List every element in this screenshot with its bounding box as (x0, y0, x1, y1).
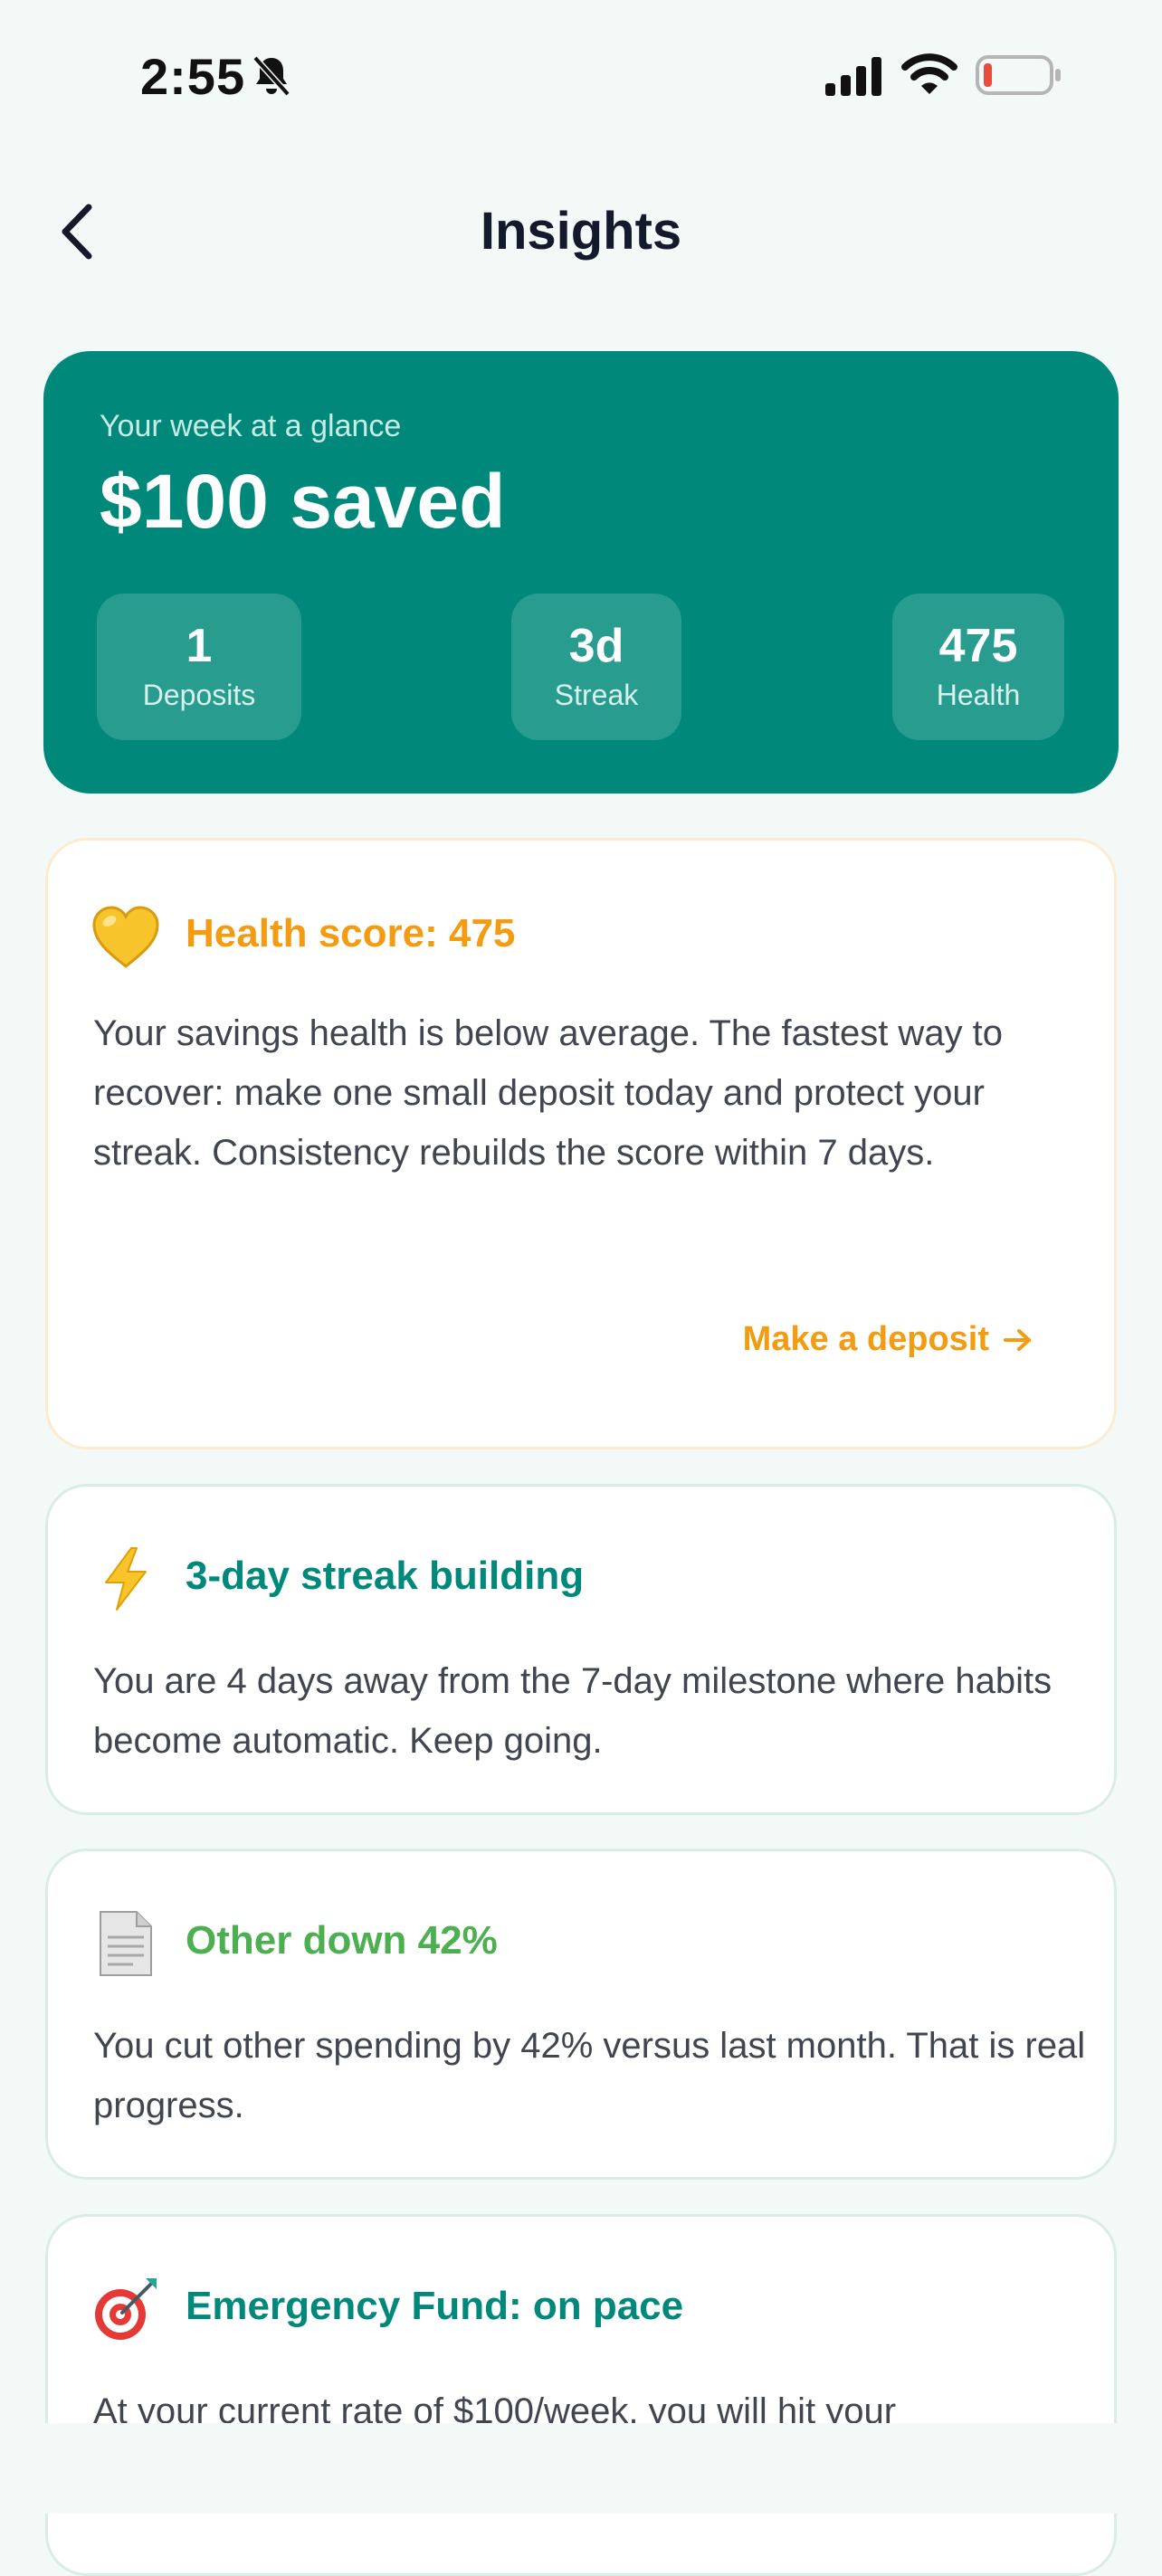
insight-card-goal: Emergency Fund: on pace At your current … (45, 2214, 1117, 2576)
lightning-icon (90, 1543, 162, 1615)
summary-subtitle: Your week at a glance (100, 409, 402, 443)
make-deposit-link[interactable]: Make a deposit (743, 1320, 1034, 1359)
insight-card-spending: Other down 42% You cut other spending by… (45, 1849, 1117, 2180)
stat-deposits: 1 Deposits (97, 594, 301, 740)
arrow-right-icon (1004, 1328, 1031, 1351)
card-title: Other down 42% (186, 1918, 498, 1963)
summary-total: $100 saved (100, 459, 506, 544)
bottom-safe-area (0, 2423, 1162, 2514)
insight-card-streak: 3-day streak building You are 4 days awa… (45, 1484, 1117, 1815)
stat-value: 1 (186, 620, 213, 672)
stat-label: Deposits (142, 679, 256, 711)
document-icon (90, 1907, 162, 1980)
battery-low-icon (976, 55, 1061, 95)
insight-card-health: Health score: 475 Your savings health is… (45, 838, 1117, 1450)
card-body: You are 4 days away from the 7-day miles… (93, 1661, 1052, 1761)
card-title: 3-day streak building (186, 1554, 585, 1598)
cellular-signal-icon (825, 57, 881, 96)
stat-health: 475 Health (892, 594, 1064, 740)
bell-muted-icon (252, 55, 290, 97)
action-label: Make a deposit (742, 1320, 989, 1358)
stat-streak: 3d Streak (511, 594, 681, 740)
stat-label: Streak (554, 679, 639, 711)
target-icon (90, 2273, 162, 2345)
page-title: Insights (480, 202, 682, 261)
stat-label: Health (936, 679, 1021, 711)
card-title: Health score: 475 (186, 911, 516, 955)
card-body: Your savings health is below average. Th… (93, 1013, 1004, 1173)
stat-value: 475 (938, 620, 1018, 672)
yellow-heart-icon (90, 900, 162, 973)
card-title: Emergency Fund: on pace (186, 2284, 684, 2328)
wifi-icon (901, 53, 957, 94)
card-body: You cut other spending by 42% versus las… (93, 2026, 1086, 2125)
weekly-summary-card: Your week at a glance $100 saved 1 Depos… (43, 351, 1119, 794)
status-bar: 2:55 (0, 0, 1162, 136)
status-time: 2:55 (140, 48, 246, 105)
stat-value: 3d (568, 620, 624, 672)
